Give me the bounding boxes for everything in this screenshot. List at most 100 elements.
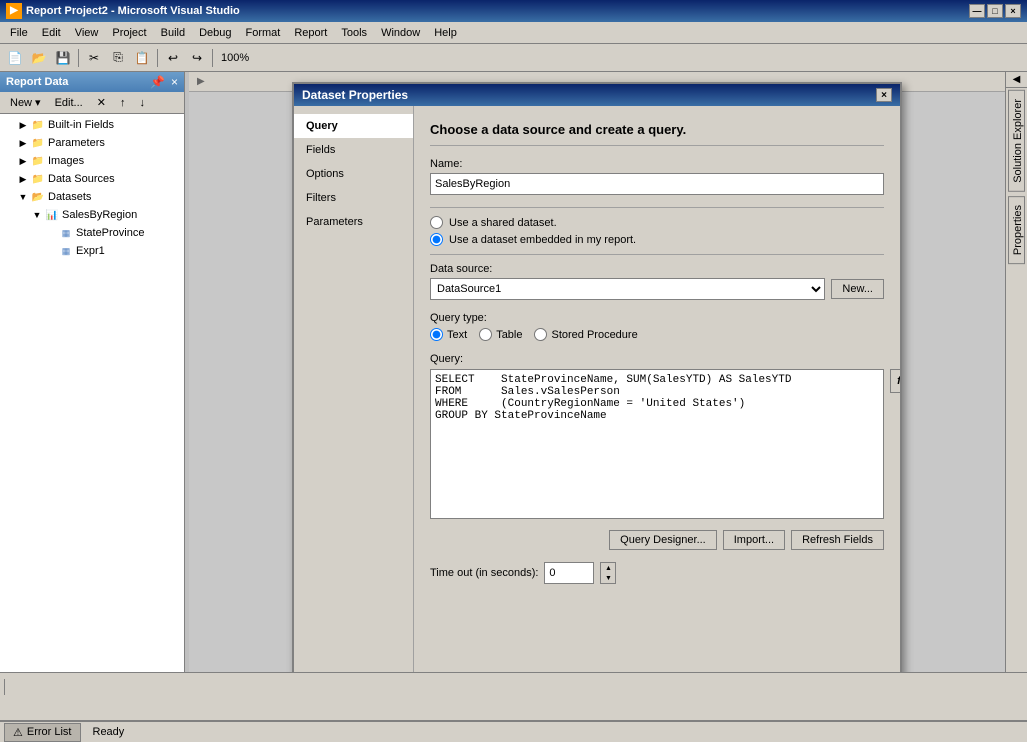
toolbar-redo[interactable]: ↪ bbox=[186, 47, 208, 69]
error-list-tab[interactable]: ⚠ Error List bbox=[4, 723, 81, 742]
expand-icon[interactable]: ▶ bbox=[18, 174, 28, 185]
divider-2 bbox=[430, 254, 884, 255]
import-button[interactable]: Import... bbox=[723, 530, 785, 550]
datasource-row: DataSource1 New... bbox=[430, 278, 884, 300]
solution-explorer-tab[interactable]: Solution Explorer bbox=[1008, 90, 1025, 192]
error-list-label: Error List bbox=[27, 726, 72, 738]
tree-item-builtin[interactable]: ▶ 📁 Built-in Fields bbox=[16, 116, 182, 134]
new-datasource-button[interactable]: New... bbox=[831, 279, 884, 299]
menu-edit[interactable]: Edit bbox=[36, 25, 67, 41]
toolbar-undo[interactable]: ↩ bbox=[162, 47, 184, 69]
toolbar-new[interactable]: 📄 bbox=[4, 47, 26, 69]
querytype-section: Query type: Text Table bbox=[430, 312, 884, 341]
minimize-button[interactable]: — bbox=[969, 4, 985, 18]
expand-icon[interactable]: ▶ bbox=[18, 138, 28, 149]
tree-item-salesbyregion[interactable]: ▼ 📊 SalesByRegion bbox=[30, 206, 182, 224]
edit-button[interactable]: Edit... bbox=[49, 95, 89, 111]
title-bar: ▶ Report Project2 - Microsoft Visual Stu… bbox=[0, 0, 1027, 22]
radio-text-label: Text bbox=[430, 328, 467, 341]
refresh-fields-button[interactable]: Refresh Fields bbox=[791, 530, 884, 550]
tree-label: Built-in Fields bbox=[48, 119, 114, 131]
menu-debug[interactable]: Debug bbox=[193, 25, 237, 41]
spinner-down[interactable]: ▼ bbox=[601, 573, 615, 583]
right-panel-expand[interactable]: ◀ bbox=[1006, 72, 1027, 88]
properties-tab[interactable]: Properties bbox=[1008, 196, 1025, 264]
tree-item-stateprovince[interactable]: ▦ StateProvince bbox=[44, 224, 182, 242]
menu-build[interactable]: Build bbox=[155, 25, 191, 41]
toolbar-paste[interactable]: 📋 bbox=[131, 47, 153, 69]
panel-close-button[interactable]: × bbox=[171, 75, 178, 89]
query-textarea[interactable]: SELECT StateProvinceName, SUM(SalesYTD) … bbox=[430, 369, 884, 519]
timeout-input[interactable] bbox=[544, 562, 594, 584]
menu-help[interactable]: Help bbox=[428, 25, 463, 41]
name-input[interactable] bbox=[430, 173, 884, 195]
dialog-close-button[interactable]: × bbox=[876, 88, 892, 102]
sidebar-item-parameters[interactable]: Parameters bbox=[294, 210, 413, 234]
expand-icon[interactable]: ▶ bbox=[18, 120, 28, 131]
new-button[interactable]: New ▾ bbox=[4, 94, 47, 111]
radio-text[interactable] bbox=[430, 328, 443, 341]
tree-item-datasets[interactable]: ▼ 📂 Datasets bbox=[16, 188, 182, 206]
toolbar-cut[interactable]: ✂ bbox=[83, 47, 105, 69]
move-up-button[interactable]: ↑ bbox=[114, 95, 132, 111]
embedded-dataset-row: Use a dataset embedded in my report. bbox=[430, 233, 884, 246]
toolbar-open[interactable]: 📂 bbox=[28, 47, 50, 69]
query-type-row: Text Table Stored Procedure bbox=[430, 328, 884, 341]
sidebar-item-filters[interactable]: Filters bbox=[294, 186, 413, 210]
delete-button[interactable]: ✕ bbox=[91, 94, 112, 111]
radio-stored[interactable] bbox=[534, 328, 547, 341]
sidebar-item-fields[interactable]: Fields bbox=[294, 138, 413, 162]
sidebar-item-query[interactable]: Query bbox=[294, 114, 413, 138]
dialog-overlay: Dataset Properties × Query Fields Option… bbox=[189, 72, 1005, 672]
embedded-dataset-radio[interactable] bbox=[430, 233, 443, 246]
dataset-type-group: Use a shared dataset. Use a dataset embe… bbox=[430, 216, 884, 246]
tree-item-images[interactable]: ▶ 📁 Images bbox=[16, 152, 182, 170]
fx-button[interactable]: fx bbox=[890, 369, 900, 393]
maximize-button[interactable]: □ bbox=[987, 4, 1003, 18]
spinner-buttons: ▲ ▼ bbox=[600, 562, 616, 584]
querytype-label: Query type: bbox=[430, 312, 884, 324]
tree-item-datasources[interactable]: ▶ 📁 Data Sources bbox=[16, 170, 182, 188]
datasource-select[interactable]: DataSource1 bbox=[430, 278, 825, 300]
name-label: Name: bbox=[430, 158, 884, 170]
shared-dataset-radio[interactable] bbox=[430, 216, 443, 229]
menu-window[interactable]: Window bbox=[375, 25, 426, 41]
query-designer-button[interactable]: Query Designer... bbox=[609, 530, 717, 550]
dataset-properties-dialog: Dataset Properties × Query Fields Option… bbox=[292, 82, 902, 672]
timeout-section: Time out (in seconds): ▲ ▼ bbox=[430, 562, 884, 584]
expand-icon[interactable]: ▼ bbox=[18, 192, 28, 202]
folder-icon: 📁 bbox=[30, 117, 46, 133]
move-down-button[interactable]: ↓ bbox=[133, 95, 151, 111]
menu-tools[interactable]: Tools bbox=[335, 25, 373, 41]
properties-label: Properties bbox=[1012, 205, 1024, 255]
shared-dataset-row: Use a shared dataset. bbox=[430, 216, 884, 229]
dialog-titlebar: Dataset Properties × bbox=[294, 84, 900, 106]
tree-label: Data Sources bbox=[48, 173, 115, 185]
window-title: Report Project2 - Microsoft Visual Studi… bbox=[26, 5, 240, 17]
folder-icon: 📁 bbox=[30, 171, 46, 187]
menu-format[interactable]: Format bbox=[240, 25, 287, 41]
toolbar-save[interactable]: 💾 bbox=[52, 47, 74, 69]
menu-project[interactable]: Project bbox=[106, 25, 152, 41]
close-button[interactable]: × bbox=[1005, 4, 1021, 18]
status-text: Ready bbox=[93, 726, 125, 738]
expand-icon[interactable]: ▼ bbox=[32, 210, 42, 220]
panel-pin-button[interactable]: 📌 bbox=[150, 75, 165, 89]
sidebar-item-options[interactable]: Options bbox=[294, 162, 413, 186]
menu-file[interactable]: File bbox=[4, 25, 34, 41]
field-icon: ▦ bbox=[58, 243, 74, 259]
dialog-description: Choose a data source and create a query. bbox=[430, 122, 884, 146]
toolbar-separator-3 bbox=[212, 49, 213, 67]
radio-table[interactable] bbox=[479, 328, 492, 341]
menu-view[interactable]: View bbox=[69, 25, 105, 41]
menu-report[interactable]: Report bbox=[288, 25, 333, 41]
tree-label: SalesByRegion bbox=[62, 209, 137, 221]
toolbar-copy[interactable]: ⎘ bbox=[107, 47, 129, 69]
tree-item-parameters[interactable]: ▶ 📁 Parameters bbox=[16, 134, 182, 152]
dialog-body: Query Fields Options Filters Parameters … bbox=[294, 106, 900, 672]
name-section: Name: bbox=[430, 158, 884, 195]
spinner-up[interactable]: ▲ bbox=[601, 563, 615, 573]
expand-icon[interactable]: ▶ bbox=[18, 156, 28, 167]
tree-item-expr1[interactable]: ▦ Expr1 bbox=[44, 242, 182, 260]
tree-label: Images bbox=[48, 155, 84, 167]
